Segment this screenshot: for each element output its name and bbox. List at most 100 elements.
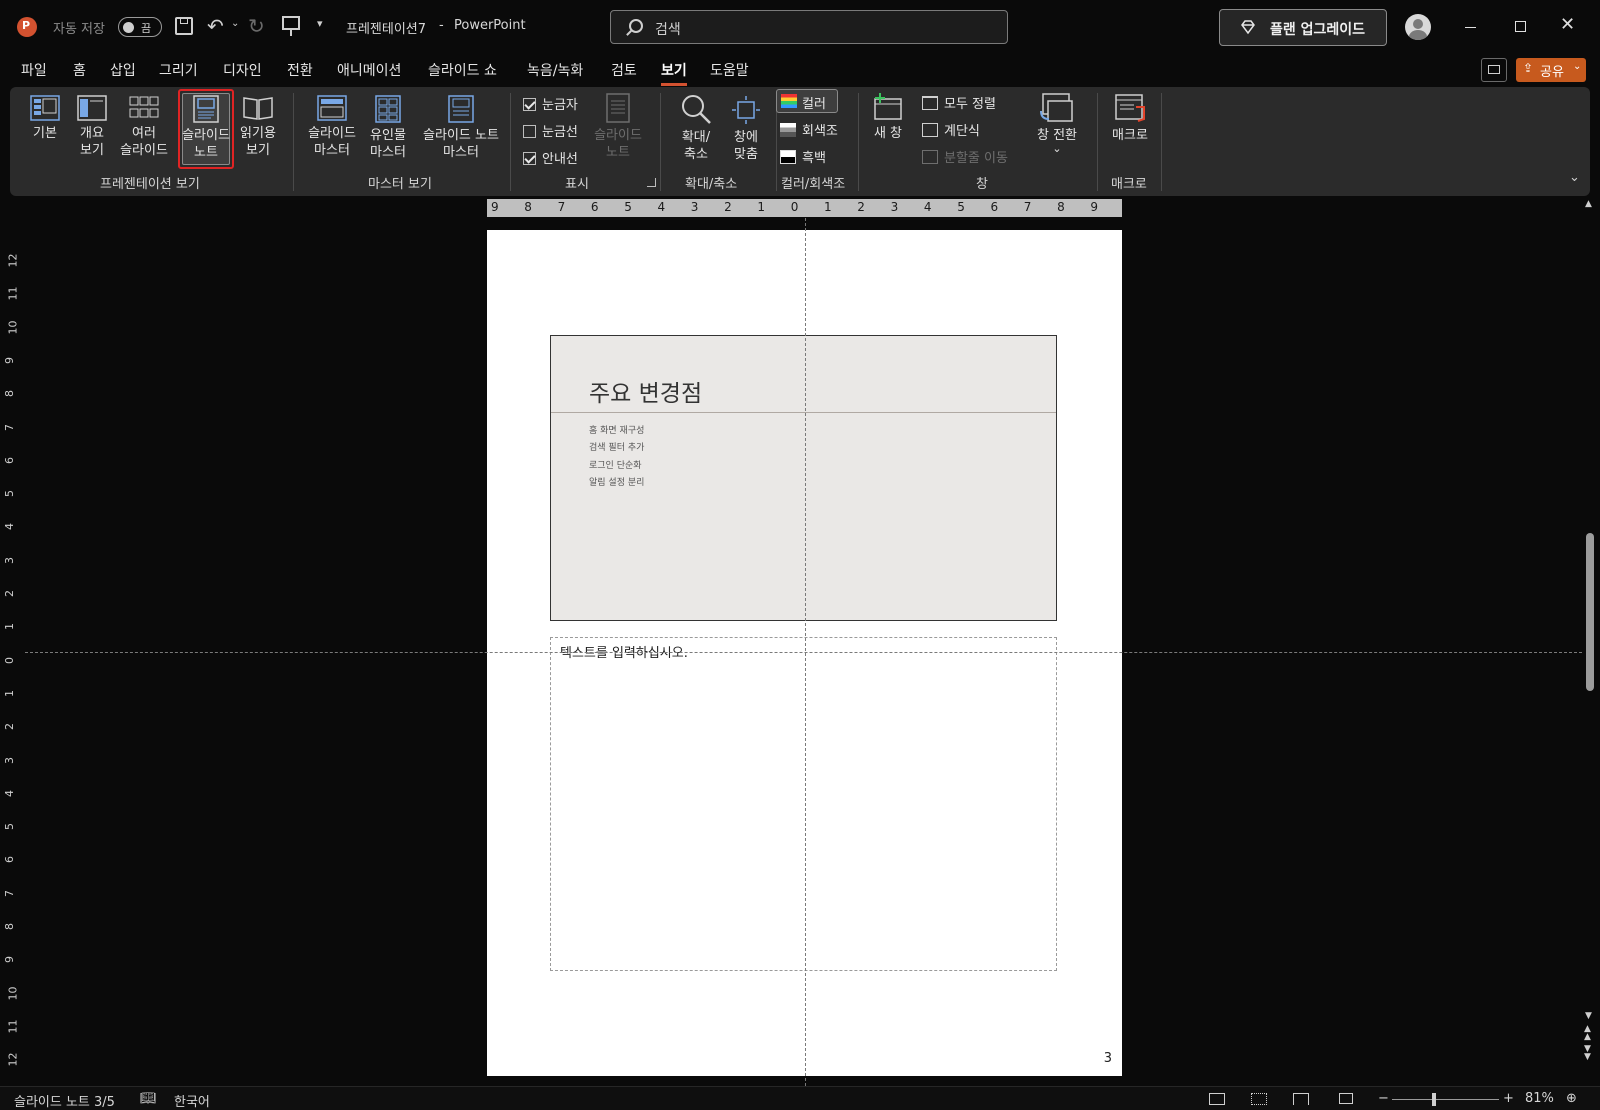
ruler-tick-label: 12 [6,1052,20,1067]
show-notes-button[interactable]: 슬라이드 노트 [590,93,646,161]
cascade-button[interactable]: 계단식 [922,120,980,139]
arrange-all-button[interactable]: 모두 정렬 [922,93,996,112]
ruler-tick-label: 4 [3,523,16,531]
tab-animations[interactable]: 애니메이션 [337,60,401,80]
notes-master-label-1: 슬라이드 노트 [423,128,499,143]
undo-icon[interactable]: ↶ [207,14,224,38]
reading-view-button[interactable]: 읽기용 보기 [238,95,278,159]
share-icon: ⇪ [1523,61,1534,75]
fit-to-window-button[interactable]: 창에 맞춤 [724,95,768,163]
tab-review[interactable]: 검토 [611,60,637,80]
reading-view-status-icon[interactable] [1293,1093,1309,1105]
ruler-checkbox[interactable]: 눈금자 [523,94,578,113]
maximize-icon[interactable] [1515,21,1526,32]
black-white-button[interactable]: 흑백 [780,147,826,166]
notes-master-button[interactable]: 슬라이드 노트 마스터 [416,95,506,161]
tab-design[interactable]: 디자인 [223,60,262,80]
ruler-tick-label: 2 [3,723,16,731]
zoom-slider-thumb[interactable] [1432,1093,1436,1106]
vertical-scrollbar[interactable]: ▲ ▼ ▲ ▲ ▼ ▼ [1583,199,1597,1064]
redo-icon[interactable]: ↻ [248,14,265,38]
color-button[interactable]: 컬러 [776,89,838,113]
sorter-view-status-icon[interactable] [1251,1093,1267,1105]
zoom-level[interactable]: 81% [1525,1091,1554,1106]
notes-master-label-2: 마스터 [443,145,479,160]
upgrade-plan-button[interactable]: 플랜 업그레이드 [1219,9,1387,46]
show-dialog-launcher-icon[interactable] [647,178,656,187]
group-label-color: 컬러/회색조 [781,177,846,192]
tab-file[interactable]: 파일 [21,60,47,80]
accessibility-icon[interactable]: 📖︎ [140,1091,157,1106]
account-avatar[interactable] [1405,14,1431,40]
tab-insert[interactable]: 삽입 [110,60,136,80]
tab-draw[interactable]: 그리기 [159,60,198,80]
handout-master-button[interactable]: 유인물 마스터 [366,95,410,161]
macros-icon [1115,94,1145,122]
ruler-tick-label: 6 [3,456,16,464]
notes-placeholder-box[interactable]: 텍스트를 입력하십시오. [550,637,1057,971]
comments-button[interactable] [1481,58,1507,82]
share-button[interactable]: ⇪ 공유 ⌄ [1516,58,1586,82]
toggle-knob [123,22,134,33]
ruler-tick-label: 4 [657,200,666,214]
switch-windows-button[interactable]: 창 전환 ⌄ [1032,93,1082,154]
search-box[interactable]: 검색 [610,10,1008,44]
undo-dropdown-icon[interactable]: ⌄ [231,18,239,29]
previous-slide-icon[interactable]: ▲ ▲ [1584,1025,1591,1042]
close-icon[interactable]: ✕ [1560,14,1575,35]
scroll-up-icon[interactable]: ▲ [1585,199,1592,209]
tab-help[interactable]: 도움말 [710,60,749,80]
normal-view-button[interactable]: 기본 [28,95,62,142]
language[interactable]: 한국어 [174,1091,210,1110]
ruler-tick-label: 3 [3,556,16,564]
zoom-slider-track[interactable] [1392,1099,1499,1100]
fit-to-window-icon [732,96,760,124]
scroll-down-icon[interactable]: ▼ [1585,1011,1592,1021]
scrollbar-thumb[interactable] [1586,533,1594,691]
slideshow-status-icon[interactable] [1339,1093,1353,1104]
document-title: 프레젠테이션7 [346,22,427,37]
ruler-tick-label: 7 [557,200,566,214]
ruler-tick-label: 4 [923,200,932,214]
guides-checkbox[interactable]: 안내선 [523,148,578,167]
collapse-ribbon-icon[interactable]: ⌄ [1569,170,1580,185]
tab-record[interactable]: 녹음/녹화 [527,60,583,80]
horizontal-guide[interactable] [25,652,1582,653]
ruler-tick-label: 2 [724,200,732,214]
ruler-tick-label: 1 [3,623,16,631]
tab-transitions[interactable]: 전환 [287,60,313,80]
gridlines-checkbox[interactable]: 눈금선 [523,121,578,140]
zoom-button[interactable]: 확대/ 축소 [674,93,718,163]
tab-view[interactable]: 보기 [661,60,687,86]
zoom-in-icon[interactable]: + [1503,1091,1514,1106]
grayscale-button[interactable]: 회색조 [780,120,838,139]
autosave-toggle[interactable]: 끔 [118,17,162,37]
slide-sorter-button[interactable]: 여러 슬라이드 [116,95,172,159]
new-window-button[interactable]: 새 창 [868,93,908,142]
move-split-button[interactable]: 분할줄 이동 [922,147,1008,166]
macros-button[interactable]: 매크로 [1108,93,1152,144]
next-slide-icon[interactable]: ▼ ▼ [1584,1045,1591,1062]
ruler-tick-label: 4 [3,789,16,797]
slide-master-button[interactable]: 슬라이드 마스터 [304,95,360,159]
tab-slideshow[interactable]: 슬라이드 쇼 [428,60,497,80]
slide-thumbnail[interactable]: 주요 변경점 홈 화면 재구성 검색 필터 추가 로그인 단순화 알림 설정 분… [550,335,1057,621]
fit-slide-icon[interactable]: ⊕ [1566,1091,1577,1106]
ruler-tick-label: 7 [1023,200,1032,214]
customize-qat-icon[interactable]: ▾ [317,17,323,30]
show-notes-label-1: 슬라이드 [594,128,642,143]
zoom-out-icon[interactable]: − [1378,1091,1389,1106]
normal-view-status-icon[interactable] [1209,1093,1225,1105]
status-bar: 슬라이드 노트 3/5 📖︎ 한국어 − + 81% ⊕ [0,1086,1600,1110]
outline-view-button[interactable]: 개요 보기 [74,95,110,159]
notes-page-button[interactable]: 슬라이드 노트 [178,89,234,169]
grayscale-label: 회색조 [802,124,838,139]
save-icon[interactable] [175,17,193,35]
tab-home[interactable]: 홈 [73,60,86,80]
presentation-icon[interactable] [282,16,300,36]
switch-windows-icon [1040,93,1073,122]
minimize-icon[interactable] [1465,27,1476,28]
ruler-tick-label: 8 [524,200,532,214]
page-number: 3 [1103,1051,1112,1066]
chevron-down-icon: ⌄ [1052,142,1062,155]
